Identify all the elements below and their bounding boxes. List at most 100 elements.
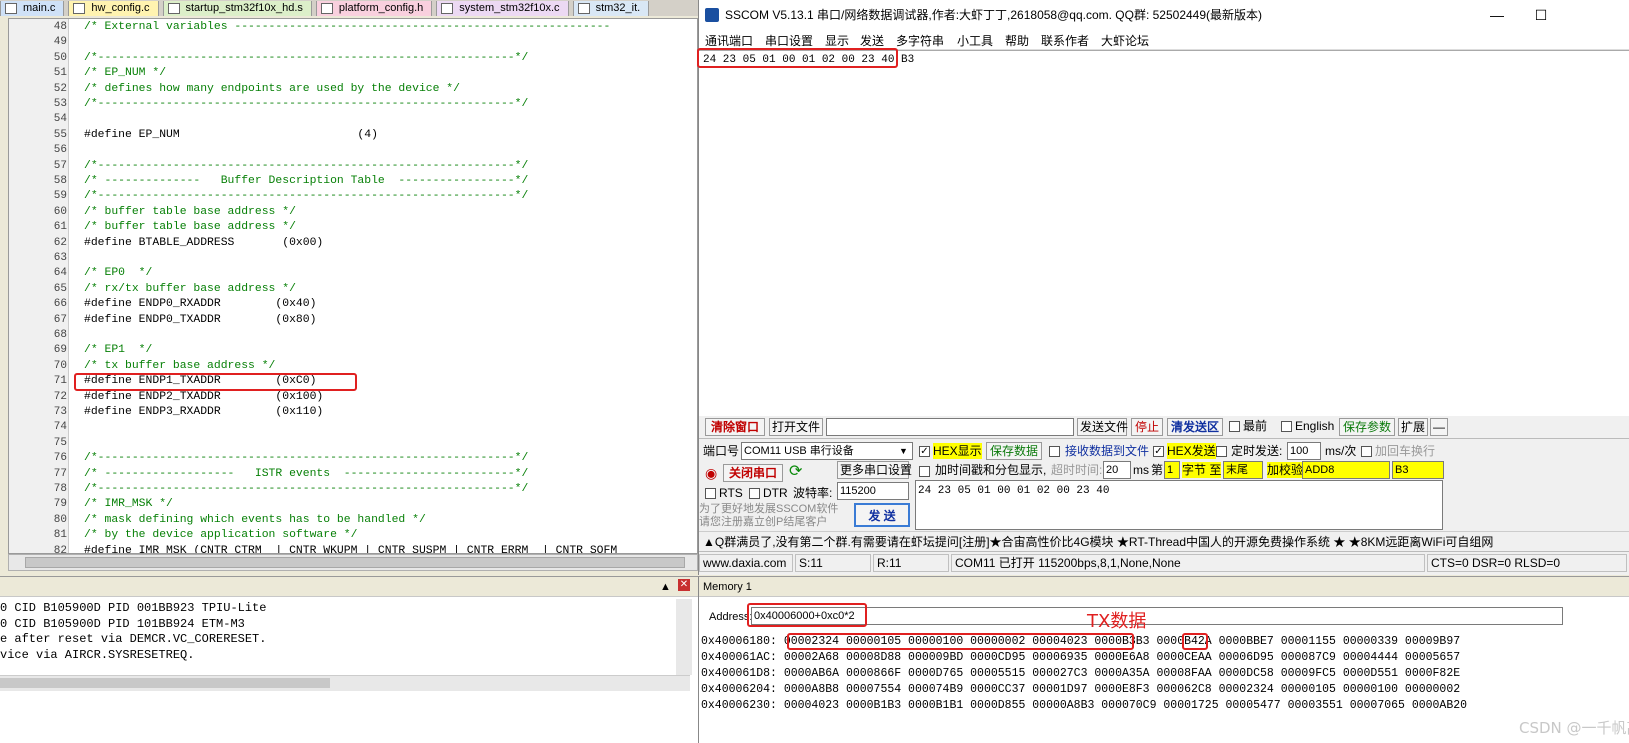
tab-system-stm32-c[interactable]: system_stm32f10x.c: [436, 1, 569, 16]
status-site[interactable]: www.daxia.com: [699, 554, 793, 572]
rts-checkbox[interactable]: [705, 488, 716, 499]
close-icon[interactable]: ✕: [678, 579, 690, 591]
scroll-thumb[interactable]: [0, 678, 330, 688]
highlight-box-tx-data: [787, 633, 1134, 650]
menu-item[interactable]: 显示: [825, 32, 849, 49]
line-number: 54: [53, 113, 67, 126]
baud-select[interactable]: 115200: [837, 482, 909, 500]
clear-window-button[interactable]: 清除窗口: [705, 418, 765, 436]
timed-send-checkbox[interactable]: [1216, 446, 1227, 457]
collapse-button[interactable]: —: [1430, 418, 1448, 436]
menu-bar: 通讯端口 串口设置 显示 发送 多字符串 小工具 帮助 联系作者 大虾论坛: [699, 30, 1629, 50]
timestamp-checkbox[interactable]: [919, 466, 930, 477]
code-line: #define ENDP3_RXADDR (0x110): [84, 406, 324, 418]
save-data-button[interactable]: 保存数据: [986, 442, 1042, 460]
recv-to-file-checkbox[interactable]: [1049, 446, 1060, 457]
memory-row: 0x400061D8: 0000AB6A 0000866F 0000D765 0…: [701, 666, 1460, 682]
menu-item[interactable]: 通讯端口: [705, 32, 753, 49]
code-line: /* defines how many endpoints are used b…: [84, 82, 460, 95]
menu-item[interactable]: 大虾论坛: [1101, 32, 1149, 49]
tx-data-label: TX数据: [1087, 611, 1147, 632]
address-label: Address:: [709, 611, 753, 623]
command-horizontal-scrollbar[interactable]: [0, 675, 690, 691]
tab-platform-config-h[interactable]: platform_config.h: [315, 1, 433, 16]
close-port-button[interactable]: 关闭串口: [723, 464, 783, 482]
menu-item[interactable]: 多字符串: [896, 32, 944, 49]
tab-stm32-it[interactable]: stm32_it.: [572, 1, 650, 16]
more-settings-button[interactable]: 更多串口设置: [837, 461, 912, 479]
address-input[interactable]: 0x40006000+0xc0*2: [751, 607, 1563, 625]
maximize-icon[interactable]: ☐: [1528, 4, 1554, 26]
code-line: /* rx/tx buffer base address */: [84, 282, 296, 295]
code-line: /*--------------------------------------…: [84, 452, 529, 465]
timed-interval-input[interactable]: 100: [1287, 442, 1321, 460]
topmost-checkbox[interactable]: [1229, 421, 1240, 432]
code-line: /*--------------------------------------…: [84, 190, 529, 203]
line-number: 63: [53, 252, 67, 264]
byte-to-select[interactable]: 末尾: [1223, 461, 1263, 479]
receive-area[interactable]: 24 23 05 01 00 01 02 00 23 40 B3: [697, 48, 1629, 416]
tab-main-c[interactable]: main.c: [0, 1, 65, 16]
line-number: 69: [53, 344, 67, 357]
send-file-button[interactable]: 发送文件: [1077, 418, 1128, 436]
line-number: 64: [53, 267, 67, 280]
dtr-checkbox[interactable]: [749, 488, 760, 499]
open-file-button[interactable]: 打开文件: [769, 418, 823, 436]
memory-values: 0000AB6A 0000866F 0000D765 00005515 0000…: [783, 667, 1461, 680]
hex-send-checkbox[interactable]: ✓: [1153, 446, 1164, 457]
command-line: 0 CID B105900D PID 001BB923 TPIU-Lite: [0, 601, 267, 615]
memory-row: 0x40006204: 0000A8B8 00007554 000074B9 0…: [701, 682, 1460, 698]
line-number: 74: [53, 421, 67, 434]
clear-send-button[interactable]: 清发送区: [1167, 418, 1223, 436]
advert-bar[interactable]: ▲Q群满员了,没有第二个群.有需要请在虾坛提问[注册]★合宙高性价比4G模块 ★…: [699, 531, 1629, 551]
byte-from-input[interactable]: 1: [1164, 461, 1180, 479]
port-status-icon: ◉: [705, 465, 718, 481]
line-number: 71: [53, 375, 67, 388]
menu-item[interactable]: 发送: [860, 32, 884, 49]
code-line: /* mask defining which events has to be …: [84, 513, 426, 526]
code-line: #define IMR_MSK (CNTR_CTRM | CNTR_WKUPM …: [84, 544, 618, 554]
menu-item[interactable]: 小工具: [957, 32, 993, 49]
status-lines: CTS=0 DSR=0 RLSD=0: [1427, 554, 1627, 572]
window-title: SSCOM V5.13.1 串口/网络数据调试器,作者:大虾丁丁,2618058…: [725, 8, 1263, 22]
command-window-header: ▲ ✕: [0, 577, 698, 597]
status-received: R:11: [873, 554, 949, 572]
code-line: #define EP_NUM (4): [84, 128, 378, 141]
code-editor[interactable]: 48 49 50 51 52 53 54 55 56 57 58 59 60 61 62 63 64 65 66 67…: [8, 18, 698, 554]
chevron-down-icon[interactable]: ▼: [899, 443, 908, 459]
command-line: 0 CID B105900D PID 101BB924 ETM-M3: [0, 616, 245, 631]
memory-values: 00004023 0000B1B3 0000B1B1 0000D855 0000…: [783, 699, 1468, 712]
tab-hw-config-c[interactable]: hw_config.c: [68, 1, 159, 16]
menu-item[interactable]: 串口设置: [765, 32, 813, 49]
memory-values: 00002A68 00008D88 000009BD 0000CD95 0000…: [783, 651, 1461, 664]
save-params-button[interactable]: 保存参数: [1339, 418, 1395, 436]
stop-button[interactable]: 停止: [1131, 418, 1163, 436]
expand-button[interactable]: 扩展: [1398, 418, 1428, 436]
tab-startup-s[interactable]: startup_stm32f10x_hd.s: [162, 1, 312, 16]
pin-icon[interactable]: ▲: [660, 579, 671, 595]
port-select[interactable]: COM11 USB 串行设备: [741, 442, 913, 460]
refresh-icon[interactable]: ⟳: [789, 464, 802, 480]
send-textarea[interactable]: 24 23 05 01 00 01 02 00 23 40: [915, 480, 1443, 530]
menu-item[interactable]: 帮助: [1005, 32, 1029, 49]
file-path-input[interactable]: [826, 418, 1074, 436]
add-crlf-checkbox[interactable]: [1361, 446, 1372, 457]
editor-horizontal-scrollbar[interactable]: [8, 554, 698, 571]
menu-item[interactable]: 联系作者: [1041, 32, 1089, 49]
promo-text: 为了更好地发展SSCOM软件 请您注册嘉立创P结尾客户: [699, 503, 839, 528]
timeout-input[interactable]: 20: [1103, 461, 1131, 479]
hex-display-checkbox[interactable]: ✓: [919, 446, 930, 457]
minimize-icon[interactable]: —: [1484, 4, 1510, 26]
line-number: 48: [53, 21, 67, 33]
checksum-select[interactable]: ADD8: [1302, 461, 1390, 479]
english-checkbox[interactable]: [1281, 421, 1292, 432]
scroll-thumb[interactable]: [25, 557, 685, 568]
tab-label: main.c: [23, 2, 56, 14]
line-number: 52: [53, 82, 67, 95]
send-button[interactable]: 发 送: [854, 503, 910, 527]
highlight-box-address: [747, 603, 867, 627]
command-vertical-scrollbar[interactable]: [676, 599, 692, 675]
command-window: ▲ ✕ 0 CID B105900D PID 001BB923 TPIU-Lit…: [0, 576, 698, 743]
line-number: 73: [53, 406, 67, 418]
code-line: /* -------------- Buffer Description Tab…: [84, 175, 529, 187]
